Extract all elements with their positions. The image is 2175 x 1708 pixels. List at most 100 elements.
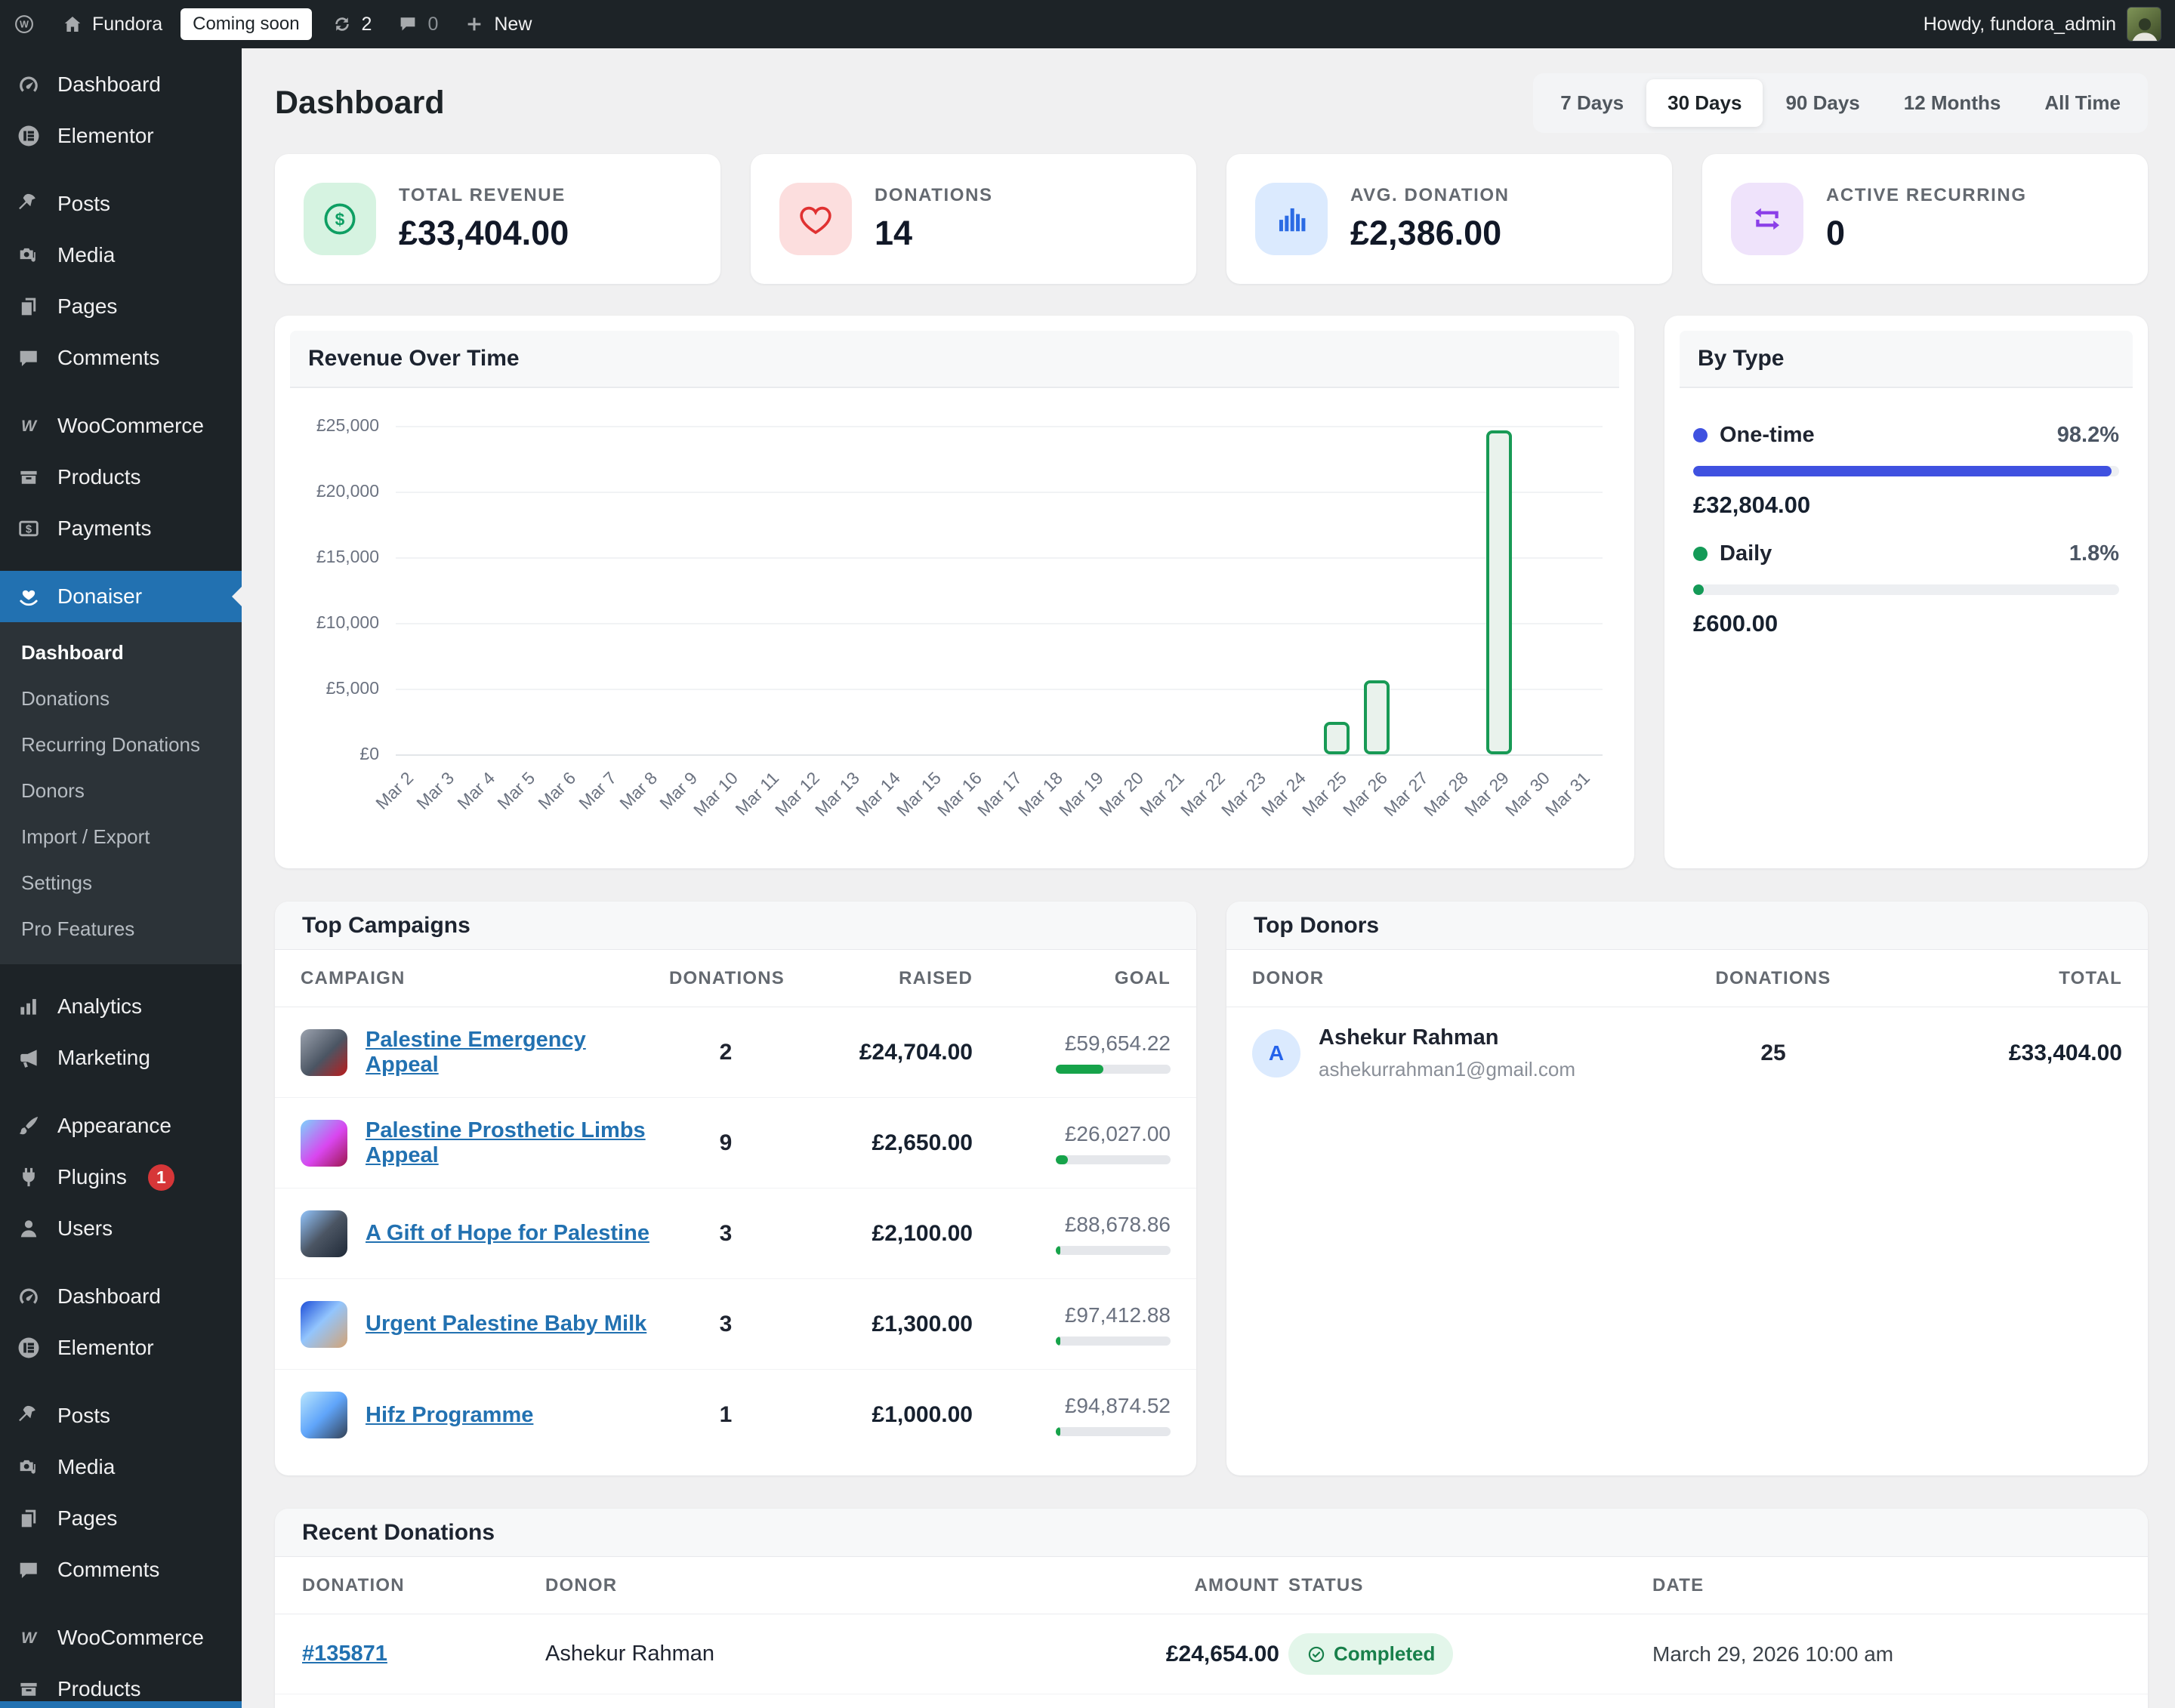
sidebar-item-label: Analytics bbox=[57, 994, 142, 1019]
comment-bubble-icon bbox=[396, 12, 420, 36]
sidebar-item-woocommerce[interactable]: WWooCommerce bbox=[0, 1612, 242, 1663]
sidebar-subitem-donations[interactable]: Donations bbox=[0, 676, 242, 722]
sidebar-item-payments[interactable]: $Payments bbox=[0, 503, 242, 554]
heart-icon bbox=[779, 183, 852, 255]
donor-cell: AAshekur Rahmanashekurrahman1@gmail.com bbox=[1252, 1007, 1651, 1099]
revenue-bar[interactable] bbox=[1364, 680, 1390, 754]
top-campaigns-header: CAMPAIGNDONATIONSRAISEDGOAL bbox=[275, 950, 1196, 1007]
sidebar-item-posts[interactable]: Posts bbox=[0, 178, 242, 230]
sidebar-item-media[interactable]: Media bbox=[0, 230, 242, 281]
column-header-campaign: CAMPAIGN bbox=[301, 968, 660, 989]
howdy-text[interactable]: Howdy, fundora_admin bbox=[1924, 14, 2116, 35]
updates-button[interactable]: 2 bbox=[318, 0, 384, 48]
sidebar-item-label: Comments bbox=[57, 346, 159, 370]
comments-button[interactable]: 0 bbox=[384, 0, 450, 48]
campaign-cell: Hifz Programme bbox=[301, 1392, 660, 1438]
y-axis-label: £10,000 bbox=[307, 612, 379, 633]
campaign-link[interactable]: Palestine Prosthetic Limbs Appeal bbox=[366, 1118, 660, 1168]
campaign-progress-track bbox=[1056, 1155, 1171, 1164]
admin-bar: W Fundora Coming soon 2 0 New Howdy, fun… bbox=[0, 0, 2175, 48]
campaign-progress-fill bbox=[1056, 1065, 1103, 1074]
stat-card-donations: DONATIONS14 bbox=[751, 154, 1196, 284]
sidebar-item-dashboard[interactable]: Dashboard bbox=[0, 1271, 242, 1322]
plugins-update-badge: 1 bbox=[148, 1164, 174, 1191]
sidebar-item-pages[interactable]: Pages bbox=[0, 1493, 242, 1544]
sidebar-subitem-dashboard[interactable]: Dashboard bbox=[0, 630, 242, 676]
sidebar-item-dashboard[interactable]: Dashboard bbox=[0, 59, 242, 110]
sidebar-item-woocommerce[interactable]: WWooCommerce bbox=[0, 400, 242, 452]
sidebar-item-label: Payments bbox=[57, 516, 152, 541]
sidebar-subitem-donors[interactable]: Donors bbox=[0, 768, 242, 814]
sidebar-subitem-import-export[interactable]: Import / Export bbox=[0, 814, 242, 860]
sidebar-item-elementor[interactable]: Elementor bbox=[0, 1322, 242, 1373]
sidebar-item-marketing[interactable]: Marketing bbox=[0, 1032, 242, 1084]
revenue-chart: £25,000£20,000£15,000£10,000£5,000£0Mar … bbox=[307, 388, 1603, 853]
campaign-link[interactable]: Hifz Programme bbox=[366, 1403, 533, 1428]
campaign-donations: 3 bbox=[669, 1312, 782, 1337]
by-type-row-one-time: One-time98.2% bbox=[1693, 423, 2119, 448]
chart-gridline bbox=[396, 557, 1603, 559]
filter-option-7-days[interactable]: 7 Days bbox=[1539, 79, 1645, 127]
sidebar-item-comments[interactable]: Comments bbox=[0, 332, 242, 384]
revenue-bar[interactable] bbox=[1324, 722, 1350, 755]
pages-icon bbox=[14, 1503, 44, 1534]
donation-id-link[interactable]: #135871 bbox=[302, 1642, 536, 1666]
sidebar-item-pages[interactable]: Pages bbox=[0, 281, 242, 332]
campaign-link[interactable]: A Gift of Hope for Palestine bbox=[366, 1221, 649, 1246]
campaign-progress-track bbox=[1056, 1427, 1171, 1436]
campaign-link[interactable]: Palestine Emergency Appeal bbox=[366, 1028, 660, 1078]
revenue-bar[interactable] bbox=[1486, 430, 1512, 754]
sidebar-group: WWooCommerceProducts$Payments bbox=[0, 1612, 242, 1708]
sidebar-item-donaiser[interactable]: Donaiser bbox=[0, 571, 242, 622]
donaiser-icon bbox=[14, 581, 44, 612]
sidebar-item-users[interactable]: Users bbox=[0, 1203, 242, 1254]
user-avatar[interactable] bbox=[2127, 7, 2161, 42]
campaign-thumbnail bbox=[301, 1029, 347, 1076]
svg-text:W: W bbox=[21, 417, 38, 435]
sidebar-item-label: Posts bbox=[57, 1404, 110, 1428]
chart-gridline bbox=[396, 426, 1603, 427]
column-header-donor: DONOR bbox=[545, 1575, 953, 1596]
column-header-amount: AMOUNT bbox=[962, 1575, 1279, 1596]
campaign-raised: £1,000.00 bbox=[791, 1402, 973, 1428]
sidebar-item-label: Elementor bbox=[57, 1336, 154, 1360]
by-type-amount: £32,804.00 bbox=[1693, 492, 2119, 519]
sidebar-subitem-settings[interactable]: Settings bbox=[0, 860, 242, 906]
campaign-link[interactable]: Urgent Palestine Baby Milk bbox=[366, 1312, 646, 1336]
filter-option-12-months[interactable]: 12 Months bbox=[1883, 79, 2022, 127]
sidebar-item-posts[interactable]: Posts bbox=[0, 1390, 242, 1441]
column-header-donation: DONATION bbox=[302, 1575, 536, 1596]
appearance-icon bbox=[14, 1111, 44, 1141]
comments-icon bbox=[14, 343, 44, 373]
filter-option-90-days[interactable]: 90 Days bbox=[1764, 79, 1880, 127]
filter-option-30-days[interactable]: 30 Days bbox=[1646, 79, 1763, 127]
site-name-link[interactable]: Fundora bbox=[48, 0, 174, 48]
campaign-goal-amount: £94,874.52 bbox=[1065, 1394, 1171, 1418]
new-content-button[interactable]: New bbox=[450, 0, 544, 48]
campaign-thumbnail bbox=[301, 1301, 347, 1348]
column-header-donations: DONATIONS bbox=[1660, 968, 1887, 989]
sidebar-item-products[interactable]: Products bbox=[0, 452, 242, 503]
sidebar-item-comments[interactable]: Comments bbox=[0, 1544, 242, 1595]
donor-avatar: A bbox=[1252, 1029, 1300, 1078]
y-axis-label: £15,000 bbox=[307, 547, 379, 567]
campaign-goal: £94,874.52 bbox=[982, 1394, 1171, 1436]
gauge-icon bbox=[14, 69, 44, 100]
wordpress-menu-button[interactable]: W bbox=[0, 0, 48, 48]
sidebar-item-analytics[interactable]: Analytics bbox=[0, 981, 242, 1032]
sidebar-subitem-pro-features[interactable]: Pro Features bbox=[0, 906, 242, 952]
recent-donations-card: Recent Donations DONATIONDONORAMOUNTSTAT… bbox=[275, 1509, 2148, 1708]
filter-option-all-time[interactable]: All Time bbox=[2023, 79, 2142, 127]
main-content: Dashboard 7 Days30 Days90 Days12 MonthsA… bbox=[242, 48, 2175, 1708]
sidebar-subitem-recurring-donations[interactable]: Recurring Donations bbox=[0, 722, 242, 768]
sidebar-item-appearance[interactable]: Appearance bbox=[0, 1100, 242, 1152]
sidebar-item-plugins[interactable]: Plugins1 bbox=[0, 1152, 242, 1203]
page-layout: DashboardElementorPostsMediaPagesComment… bbox=[0, 0, 2175, 1708]
dollar-circle-icon: $ bbox=[304, 183, 376, 255]
donor-email: ashekurrahman1@gmail.com bbox=[1319, 1058, 1575, 1081]
campaign-row: Urgent Palestine Baby Milk3£1,300.00£97,… bbox=[275, 1279, 1196, 1370]
new-label: New bbox=[494, 14, 532, 35]
sidebar-item-elementor[interactable]: Elementor bbox=[0, 110, 242, 162]
stat-text: AVG. DONATION£2,386.00 bbox=[1350, 185, 1510, 253]
sidebar-item-media[interactable]: Media bbox=[0, 1441, 242, 1493]
